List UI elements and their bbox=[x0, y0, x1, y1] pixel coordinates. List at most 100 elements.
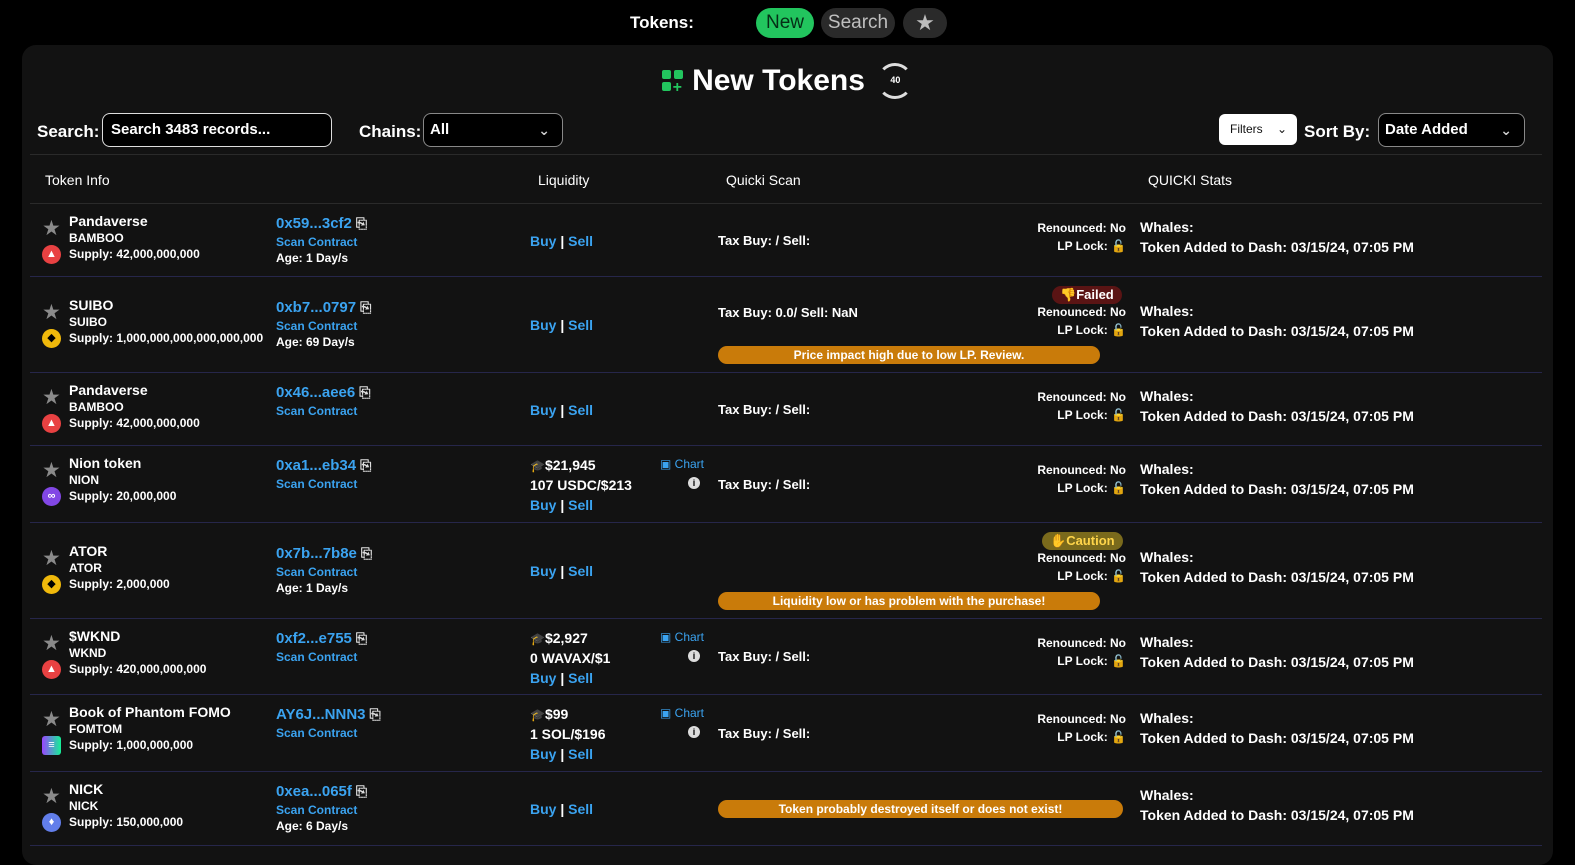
token-symbol: SUIBO bbox=[69, 315, 108, 329]
filters-button[interactable]: Filters ⌄ bbox=[1219, 114, 1297, 145]
favorite-star-icon[interactable]: ★ bbox=[42, 784, 61, 809]
table-row: ★ ▲ Pandaverse BAMBOO Supply: 42,000,000,000… bbox=[30, 204, 1542, 277]
sell-link[interactable]: Sell bbox=[568, 670, 593, 686]
buy-link[interactable]: Buy bbox=[530, 317, 556, 333]
copy-icon[interactable]: ⎘ bbox=[360, 457, 371, 473]
token-symbol: FOMTOM bbox=[69, 722, 123, 736]
sell-link[interactable]: Sell bbox=[568, 497, 593, 513]
controls-bar: Search: Search 3483 records... Chains: A… bbox=[22, 113, 1553, 149]
buy-sell-links: Buy | Sell bbox=[530, 563, 594, 579]
info-icon[interactable]: i bbox=[688, 477, 700, 489]
buy-link[interactable]: Buy bbox=[530, 801, 556, 817]
copy-icon[interactable]: ⎘ bbox=[356, 630, 367, 646]
tokens-table: Token Info Liquidity Quicki Scan QUICKI … bbox=[30, 154, 1542, 846]
added-date: Token Added to Dash: 03/15/24, 07:05 PM bbox=[1140, 807, 1414, 823]
favorite-star-icon[interactable]: ★ bbox=[42, 216, 61, 241]
scan-contract-link[interactable]: Scan Contract bbox=[276, 319, 357, 333]
copy-icon[interactable]: ⎘ bbox=[370, 706, 381, 722]
sell-link[interactable]: Sell bbox=[568, 402, 593, 418]
favorite-star-icon[interactable]: ★ bbox=[42, 458, 61, 483]
favorite-star-icon[interactable]: ★ bbox=[42, 385, 61, 410]
token-name: Pandaverse bbox=[69, 213, 148, 229]
table-row: ★ ▲ Pandaverse BAMBOO Supply: 42,000,000,000… bbox=[30, 373, 1542, 446]
copy-icon[interactable]: ⎘ bbox=[361, 545, 372, 561]
buy-link[interactable]: Buy bbox=[530, 497, 556, 513]
favorite-star-icon[interactable]: ★ bbox=[42, 631, 61, 656]
header-token-info: Token Info bbox=[45, 172, 110, 188]
sell-link[interactable]: Sell bbox=[568, 801, 593, 817]
token-supply: Supply: 42,000,000,000 bbox=[69, 247, 200, 261]
buy-link[interactable]: Buy bbox=[530, 746, 556, 762]
ethereum-icon: ♦ bbox=[42, 813, 61, 832]
buy-link[interactable]: Buy bbox=[530, 233, 556, 249]
sell-link[interactable]: Sell bbox=[568, 317, 593, 333]
unlock-icon: 🔓 bbox=[1111, 654, 1126, 668]
chart-link[interactable]: ▣ Chart bbox=[660, 706, 704, 720]
renounced-status: Renounced: No bbox=[1037, 463, 1126, 477]
copy-icon[interactable]: ⎘ bbox=[356, 783, 367, 799]
info-icon[interactable]: i bbox=[688, 650, 700, 662]
refresh-icon[interactable]: 40 bbox=[877, 63, 914, 99]
scan-contract-link[interactable]: Scan Contract bbox=[276, 565, 357, 579]
token-age: Age: 1 Day/s bbox=[276, 251, 349, 265]
scan-contract-link[interactable]: Scan Contract bbox=[276, 477, 357, 491]
contract-address[interactable]: 0x59...3cf2 ⎘ bbox=[276, 215, 367, 232]
copy-icon[interactable]: ⎘ bbox=[356, 215, 367, 231]
buy-link[interactable]: Buy bbox=[530, 402, 556, 418]
whales-label: Whales: bbox=[1140, 634, 1194, 650]
whales-label: Whales: bbox=[1140, 549, 1194, 565]
scan-contract-link[interactable]: Scan Contract bbox=[276, 803, 357, 817]
tab-favorites[interactable]: ★ bbox=[903, 8, 947, 38]
tax-info: Tax Buy: / Sell: bbox=[718, 402, 811, 417]
favorite-star-icon[interactable]: ★ bbox=[42, 546, 61, 571]
solana-icon: ≡ bbox=[42, 736, 61, 755]
chart-link[interactable]: ▣ Chart bbox=[660, 457, 704, 471]
contract-address[interactable]: 0xa1...eb34 ⎘ bbox=[276, 457, 371, 474]
buy-sell-links: Buy | Sell bbox=[530, 746, 594, 762]
scan-contract-link[interactable]: Scan Contract bbox=[276, 235, 357, 249]
scan-contract-link[interactable]: Scan Contract bbox=[276, 650, 357, 664]
token-supply: Supply: 1,000,000,000,000,000,000 bbox=[69, 331, 264, 345]
copy-icon[interactable]: ⎘ bbox=[359, 384, 370, 400]
warning-bar: Liquidity low or has problem with the pu… bbox=[718, 592, 1100, 610]
renounced-status: Renounced: No bbox=[1037, 551, 1126, 565]
refresh-countdown: 40 bbox=[890, 75, 901, 85]
added-date: Token Added to Dash: 03/15/24, 07:05 PM bbox=[1140, 408, 1414, 424]
buy-link[interactable]: Buy bbox=[530, 670, 556, 686]
buy-sell-links: Buy | Sell bbox=[530, 402, 594, 418]
table-row: ★ ▲ $WKND WKND Supply: 420,000,000,000 0xf2..… bbox=[30, 619, 1542, 695]
sell-link[interactable]: Sell bbox=[568, 563, 593, 579]
lp-lock-status: LP Lock: 🔓 bbox=[1057, 408, 1126, 422]
sell-link[interactable]: Sell bbox=[568, 233, 593, 249]
contract-address[interactable]: 0xea...065f ⎘ bbox=[276, 783, 367, 800]
token-age: Age: 69 Day/s bbox=[276, 335, 355, 349]
scan-contract-link[interactable]: Scan Contract bbox=[276, 404, 357, 418]
warning-bar: Token probably destroyed itself or does … bbox=[718, 800, 1123, 818]
main-panel: + New Tokens 40 Search: Search 3483 reco… bbox=[22, 45, 1553, 865]
table-body: ★ ▲ Pandaverse BAMBOO Supply: 42,000,000,000… bbox=[30, 204, 1542, 846]
sortby-select[interactable]: Date Added ⌄ bbox=[1378, 113, 1525, 147]
contract-address[interactable]: 0xb7...0797 ⎘ bbox=[276, 299, 371, 316]
buy-link[interactable]: Buy bbox=[530, 563, 556, 579]
renounced-status: Renounced: No bbox=[1037, 305, 1126, 319]
contract-address[interactable]: 0xf2...e755 ⎘ bbox=[276, 630, 367, 647]
favorite-star-icon[interactable]: ★ bbox=[42, 707, 61, 732]
search-input[interactable]: Search 3483 records... bbox=[102, 113, 332, 147]
tax-info: Tax Buy: 0.0/ Sell: NaN bbox=[718, 305, 858, 320]
top-bar: Tokens: New Search ★ bbox=[0, 0, 1575, 44]
chains-select[interactable]: All ⌄ bbox=[423, 113, 563, 147]
info-icon[interactable]: i bbox=[688, 726, 700, 738]
contract-address[interactable]: 0x46...aee6 ⎘ bbox=[276, 384, 370, 401]
copy-icon[interactable]: ⎘ bbox=[360, 299, 371, 315]
favorite-star-icon[interactable]: ★ bbox=[42, 300, 61, 325]
scan-contract-link[interactable]: Scan Contract bbox=[276, 726, 357, 740]
chart-link[interactable]: ▣ Chart bbox=[660, 630, 704, 644]
contract-address[interactable]: AY6J...NNN3 ⎘ bbox=[276, 706, 381, 723]
tab-new[interactable]: New bbox=[756, 8, 814, 38]
tab-search[interactable]: Search bbox=[821, 8, 895, 38]
sell-link[interactable]: Sell bbox=[568, 746, 593, 762]
added-date: Token Added to Dash: 03/15/24, 07:05 PM bbox=[1140, 569, 1414, 585]
contract-address[interactable]: 0x7b...7b8e ⎘ bbox=[276, 545, 372, 562]
thumbs-down-icon: 👎 bbox=[1060, 287, 1077, 302]
tax-info: Tax Buy: / Sell: bbox=[718, 233, 811, 248]
